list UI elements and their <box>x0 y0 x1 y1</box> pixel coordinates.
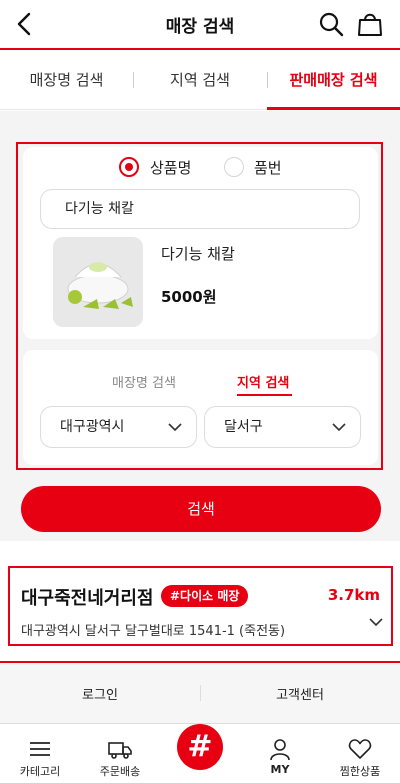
tab-selling-store-search[interactable]: 판매매장 검색 <box>267 50 400 110</box>
person-icon <box>270 739 290 761</box>
nav-my-label: MY <box>270 763 290 776</box>
footer-links: 로그인 고객센터 <box>0 663 400 723</box>
truck-icon <box>108 742 132 759</box>
hashtag-button[interactable]: # <box>177 724 223 770</box>
nav-orders-label: 주문배송 <box>99 765 141 778</box>
menu-icon <box>30 742 50 756</box>
active-tab-indicator <box>267 107 400 110</box>
search-icon[interactable] <box>316 9 346 39</box>
search-tabs: 매장명 검색 지역 검색 판매매장 검색 <box>0 50 400 110</box>
tab-region-search[interactable]: 지역 검색 <box>133 50 267 110</box>
heart-icon <box>348 739 372 759</box>
nav-category[interactable]: 카테고리 <box>0 724 80 783</box>
login-link[interactable]: 로그인 <box>0 684 200 703</box>
nav-wishlist[interactable]: 찜한상품 <box>320 724 400 783</box>
nav-category-label: 카테고리 <box>19 765 61 778</box>
shopping-bag-icon[interactable] <box>355 9 385 39</box>
search-form-highlight <box>16 142 383 470</box>
tab-store-name-search[interactable]: 매장명 검색 <box>0 50 133 110</box>
nav-my[interactable]: MY <box>240 724 320 783</box>
customer-center-link[interactable]: 고객센터 <box>200 684 400 703</box>
app-header: 매장 검색 <box>0 0 400 48</box>
result-highlight <box>8 566 393 646</box>
nav-orders[interactable]: 주문배송 <box>80 724 160 783</box>
search-button[interactable]: 검색 <box>21 486 381 532</box>
hashtag-icon: # <box>187 729 213 764</box>
nav-wishlist-label: 찜한상품 <box>339 765 381 778</box>
